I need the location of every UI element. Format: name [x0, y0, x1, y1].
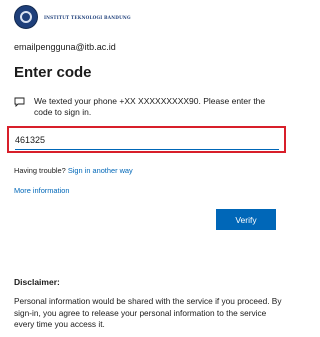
more-information-link[interactable]: More information: [14, 186, 69, 195]
page-title: Enter code: [14, 64, 92, 81]
trouble-line: Having trouble? Sign in another way: [14, 166, 133, 175]
brand-name: INSTITUT TEKNOLOGI BANDUNG: [44, 14, 131, 20]
sms-message-text: We texted your phone +XX XXXXXXXXX90. Pl…: [34, 96, 266, 117]
sms-icon: [14, 97, 25, 107]
code-input[interactable]: [15, 133, 279, 150]
code-input-highlight: [7, 126, 286, 153]
trouble-label: Having trouble?: [14, 166, 68, 175]
brand-header: INSTITUT TEKNOLOGI BANDUNG: [14, 5, 131, 29]
sign-in-another-way-link[interactable]: Sign in another way: [68, 166, 133, 175]
verify-button[interactable]: Verify: [216, 209, 276, 230]
account-email: emailpengguna@itb.ac.id: [14, 42, 116, 52]
disclaimer-title: Disclaimer:: [14, 277, 60, 287]
disclaimer-text: Personal information would be shared wit…: [14, 296, 282, 329]
itb-seal-icon: [14, 5, 38, 29]
sms-message: We texted your phone +XX XXXXXXXXX90. Pl…: [14, 96, 284, 118]
